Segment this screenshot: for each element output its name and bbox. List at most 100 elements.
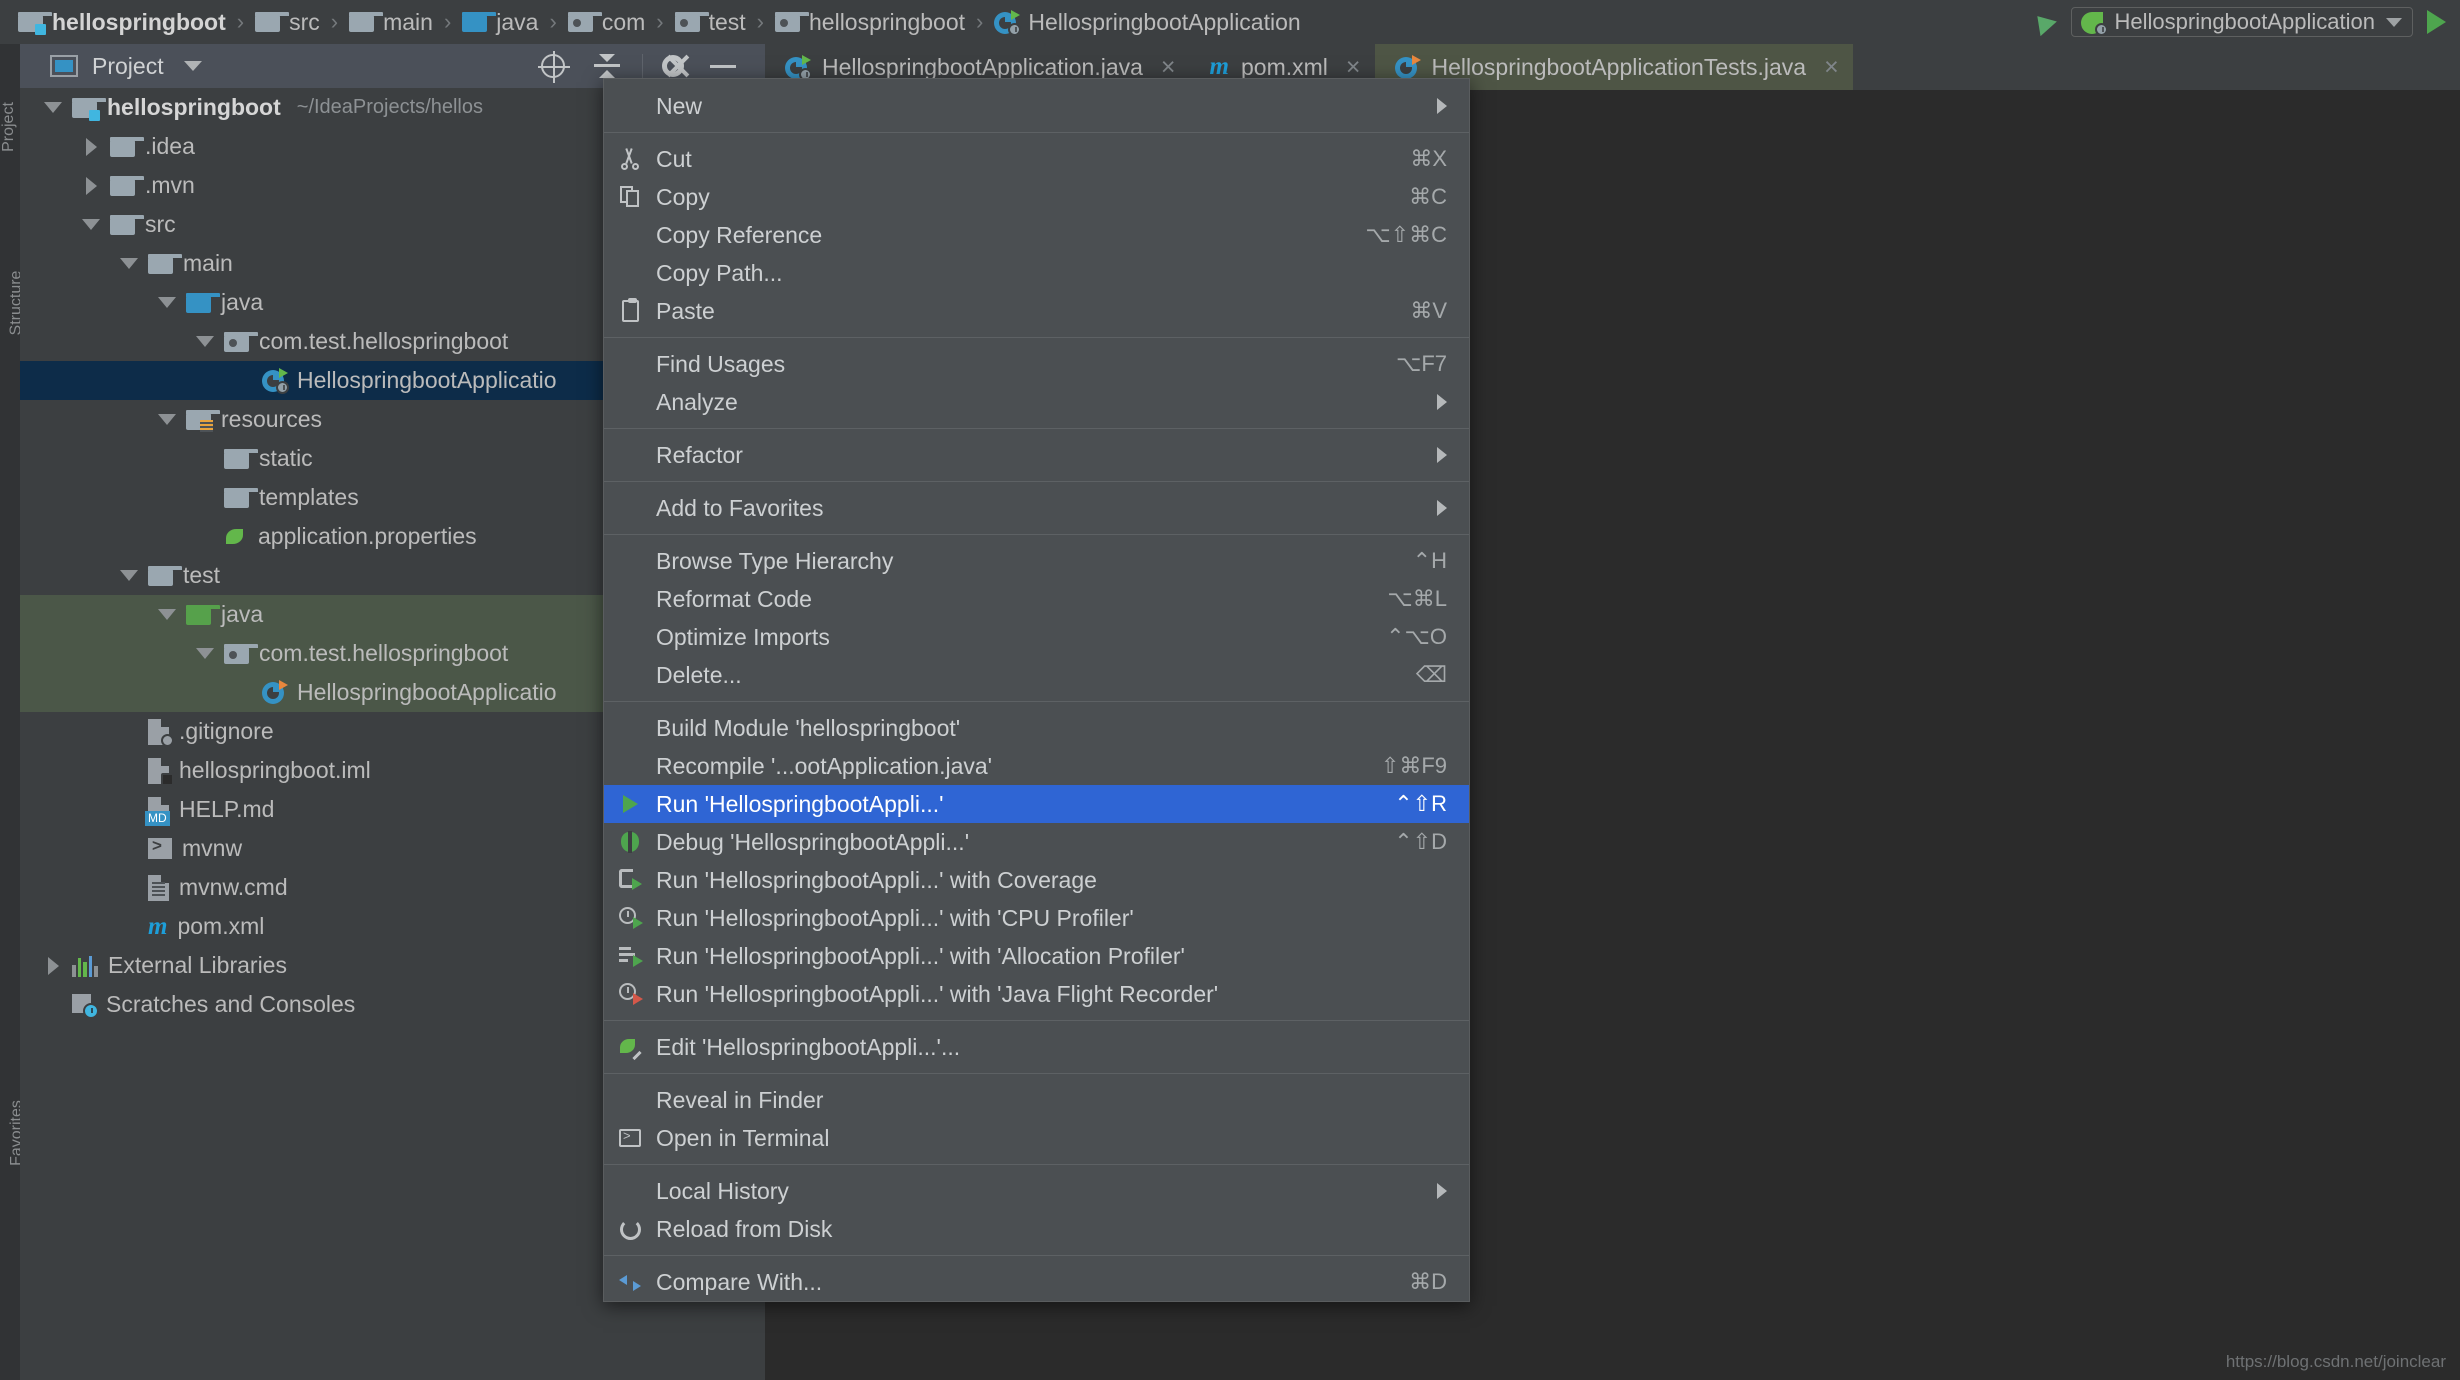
breadcrumb-item-java[interactable]: java — [462, 0, 538, 44]
breadcrumb-item-main[interactable]: main — [349, 0, 433, 44]
menu-item-paste[interactable]: Paste ⌘V — [604, 292, 1469, 330]
chevron-down-icon[interactable] — [110, 258, 148, 269]
menu-separator — [604, 701, 1469, 702]
menu-item-optimize-imports[interactable]: Optimize Imports ⌃⌥O — [604, 618, 1469, 656]
breadcrumb-item-test[interactable]: test — [674, 0, 746, 44]
menu-item-run-hellospringbootappli-with-coverage[interactable]: Run 'HellospringbootAppli...' with Cover… — [604, 861, 1469, 899]
menu-item-copy-reference[interactable]: Copy Reference ⌥⇧⌘C — [604, 216, 1469, 254]
breadcrumb-item-com[interactable]: com — [567, 0, 645, 44]
menu-item-build-module-hellospringboot[interactable]: Build Module 'hellospringboot' — [604, 709, 1469, 747]
menu-item-reformat-code[interactable]: Reformat Code ⌥⌘L — [604, 580, 1469, 618]
close-icon[interactable]: × — [1346, 54, 1361, 80]
menu-item-shortcut: ⇧⌘F9 — [1380, 753, 1447, 778]
submenu-arrow-icon — [1437, 98, 1447, 114]
chevron-down-icon[interactable] — [110, 570, 148, 581]
tree-node-label: hellospringboot — [107, 94, 281, 120]
menu-item-shortcut: ⌘C — [1409, 184, 1447, 209]
breadcrumb-separator: › — [656, 9, 664, 34]
breadcrumb-separator: › — [443, 9, 452, 34]
menu-item-icon-slot — [604, 1128, 656, 1147]
submenu-arrow-icon — [1437, 394, 1447, 410]
menu-item-open-in-terminal[interactable]: Open in Terminal — [604, 1119, 1469, 1157]
breadcrumb-item-src[interactable]: src — [255, 0, 320, 44]
menu-item-run-hellospringbootappli-with-cpu-profiler[interactable]: Run 'HellospringbootAppli...' with 'CPU … — [604, 899, 1469, 937]
menu-item-run-hellospringbootappli[interactable]: Run 'HellospringbootAppli...' ⌃⇧R — [604, 785, 1469, 823]
close-icon[interactable]: × — [1161, 54, 1176, 80]
project-view-icon — [50, 55, 78, 77]
locate-icon[interactable] — [533, 44, 573, 88]
breadcrumb-item-label: hellospringboot — [809, 8, 966, 35]
shell-script-icon — [148, 836, 172, 859]
menu-item-refactor[interactable]: Refactor — [604, 436, 1469, 474]
menu-item-copy[interactable]: Copy ⌘C — [604, 178, 1469, 216]
menu-item-label: Reformat Code — [656, 585, 812, 612]
menu-item-compare-with[interactable]: Compare With... ⌘D — [604, 1263, 1469, 1301]
menu-item-icon-slot — [604, 1272, 656, 1292]
menu-item-run-hellospringbootappli-with-allocation-profiler[interactable]: Run 'HellospringbootAppli...' with 'Allo… — [604, 937, 1469, 975]
build-project-button[interactable] — [2021, 0, 2065, 44]
menu-item-reveal-in-finder[interactable]: Reveal in Finder — [604, 1081, 1469, 1119]
menu-item-add-to-favorites[interactable]: Add to Favorites — [604, 489, 1469, 527]
chevron-right-icon[interactable] — [72, 176, 110, 195]
chevron-down-icon[interactable] — [148, 297, 186, 308]
menu-item-label: Add to Favorites — [656, 494, 824, 521]
menu-item-icon-slot — [604, 907, 656, 929]
menu-item-recompile-ootapplication-java[interactable]: Recompile '...ootApplication.java' ⇧⌘F9 — [604, 747, 1469, 785]
chevron-down-icon[interactable] — [186, 648, 224, 659]
menu-item-icon-slot — [604, 1037, 656, 1061]
close-icon[interactable]: × — [1824, 54, 1839, 80]
menu-item-shortcut: ⌘X — [1410, 146, 1447, 171]
chevron-down-icon[interactable] — [148, 609, 186, 620]
allocation-profiler-icon — [619, 945, 643, 967]
libraries-icon — [72, 955, 98, 977]
menu-item-browse-type-hierarchy[interactable]: Browse Type Hierarchy ⌃H — [604, 542, 1469, 580]
run-configuration-label: HellospringbootApplication — [2114, 9, 2376, 34]
menu-item-copy-path[interactable]: Copy Path... — [604, 254, 1469, 292]
context-menu[interactable]: New Cut ⌘X Copy ⌘C Copy Reference ⌥⇧⌘C Copy Pat… — [603, 78, 1470, 1302]
run-play-icon[interactable] — [2427, 10, 2446, 34]
chevron-down-icon[interactable] — [186, 336, 224, 347]
tree-node-label: java — [221, 289, 264, 315]
menu-item-label: Find Usages — [656, 350, 786, 377]
run-configuration-selector[interactable]: HellospringbootApplication — [2070, 7, 2413, 37]
breadcrumb-item-hellospringboot[interactable]: hellospringboot — [18, 0, 226, 44]
menu-item-shortcut: ⌫ — [1415, 662, 1447, 687]
menu-item-delete[interactable]: Delete... ⌫ — [604, 656, 1469, 694]
chevron-down-icon[interactable] — [183, 61, 202, 71]
compare-icon — [619, 1272, 641, 1292]
menu-item-edit-hellospringbootappli[interactable]: Edit 'HellospringbootAppli...'... — [604, 1028, 1469, 1066]
menu-item-local-history[interactable]: Local History — [604, 1172, 1469, 1210]
menu-item-cut[interactable]: Cut ⌘X — [604, 140, 1469, 178]
menu-item-label: Copy Path... — [656, 259, 783, 286]
editor-tab-label: pom.xml — [1240, 53, 1328, 80]
breadcrumb-item-label: java — [496, 8, 539, 35]
tree-node-label: External Libraries — [108, 952, 287, 978]
tree-node-label: HellospringbootApplicatio — [297, 367, 557, 393]
menu-item-run-hellospringbootappli-with-java-flight-recorder[interactable]: Run 'HellospringbootAppli...' with 'Java… — [604, 975, 1469, 1013]
tree-node-label: com.test.hellospringboot — [259, 640, 509, 666]
tree-node-label: resources — [221, 406, 322, 432]
source-folder-icon — [462, 12, 497, 32]
breadcrumb-item-hellospringboot[interactable]: hellospringboot — [775, 0, 965, 44]
menu-item-find-usages[interactable]: Find Usages ⌥F7 — [604, 345, 1469, 383]
chevron-right-icon[interactable] — [72, 137, 110, 156]
menu-item-analyze[interactable]: Analyze — [604, 383, 1469, 421]
breadcrumb-separator: › — [549, 9, 557, 34]
breadcrumb-item-hellospringbootapplication[interactable]: HellospringbootApplication — [994, 0, 1301, 44]
chevron-right-icon[interactable] — [34, 956, 72, 975]
menu-separator — [604, 337, 1469, 338]
reload-icon — [619, 1218, 641, 1240]
scissors-icon — [620, 148, 640, 170]
chevron-down-icon[interactable] — [148, 414, 186, 425]
strip-label-project[interactable]: Project — [0, 102, 18, 152]
resources-folder-icon — [186, 409, 220, 432]
editor-tab-label: HellospringbootApplicationTests.java — [1431, 53, 1807, 80]
chevron-down-icon[interactable] — [34, 102, 72, 113]
package-icon — [775, 12, 809, 32]
chevron-down-icon[interactable] — [72, 219, 110, 230]
menu-item-debug-hellospringbootappli[interactable]: Debug 'HellospringbootAppli...' ⌃⇧D — [604, 823, 1469, 861]
menu-item-new[interactable]: New — [604, 87, 1469, 125]
menu-item-reload-from-disk[interactable]: Reload from Disk — [604, 1210, 1469, 1248]
breadcrumb-separator: › — [756, 9, 764, 34]
markdown-file-icon: MD — [145, 796, 170, 826]
